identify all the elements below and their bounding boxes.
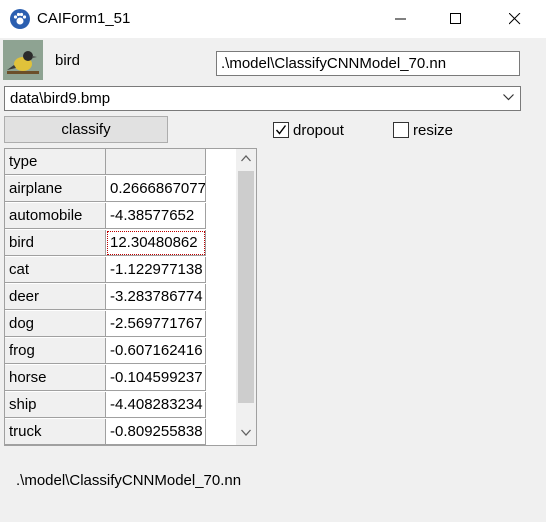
row-score-cell[interactable]: -0.104599237: [106, 365, 206, 391]
predicted-class-label: bird: [55, 52, 81, 69]
status-model-path: .\model\ClassifyCNNModel_70.nn: [16, 472, 242, 489]
close-icon: [509, 13, 521, 25]
scrollbar-thumb[interactable]: [238, 171, 254, 403]
row-type-cell: airplane: [5, 176, 106, 202]
row-score-cell[interactable]: -0.809255838: [106, 419, 206, 445]
row-type-cell: truck: [5, 419, 106, 445]
maximize-icon: [450, 13, 461, 24]
chevron-down-icon: [503, 94, 514, 101]
dropout-label[interactable]: dropout: [293, 122, 344, 139]
row-score-cell[interactable]: -4.38577652: [106, 203, 206, 229]
row-type-cell: ship: [5, 392, 106, 418]
minimize-icon: [395, 18, 406, 20]
title-bar: CAIForm1_51: [0, 0, 546, 38]
resize-label[interactable]: resize: [413, 122, 453, 139]
row-score-cell[interactable]: -1.122977138: [106, 257, 206, 283]
column-header-score: [106, 149, 206, 175]
classify-button[interactable]: classify: [4, 116, 168, 143]
row-type-cell: horse: [5, 365, 106, 391]
column-header-type: type: [5, 149, 106, 175]
row-type-cell: deer: [5, 284, 106, 310]
resize-checkbox[interactable]: [393, 122, 409, 138]
row-type-cell: dog: [5, 311, 106, 337]
image-file-value: data\bird9.bmp: [10, 90, 111, 107]
row-score-cell-selected[interactable]: 12.30480862: [106, 230, 206, 256]
dropout-checkbox[interactable]: [273, 122, 289, 138]
scroll-down-arrow-icon[interactable]: [241, 429, 251, 436]
row-type-cell: cat: [5, 257, 106, 283]
row-score-cell[interactable]: -2.569771767: [106, 311, 206, 337]
results-grid[interactable]: type airplane 0.2666867077 automobile -4…: [4, 148, 257, 446]
grid-vertical-scrollbar[interactable]: [236, 149, 256, 445]
maximize-button[interactable]: [433, 0, 479, 38]
minimize-button[interactable]: [378, 0, 424, 38]
row-score-cell[interactable]: -3.283786774: [106, 284, 206, 310]
row-type-cell: bird: [5, 230, 106, 256]
image-file-select[interactable]: data\bird9.bmp: [4, 86, 521, 111]
row-score-cell[interactable]: -4.408283234: [106, 392, 206, 418]
close-button[interactable]: [492, 0, 538, 38]
input-image-thumbnail: [3, 40, 43, 80]
scroll-up-arrow-icon[interactable]: [241, 155, 251, 162]
checkmark-icon: [275, 125, 287, 135]
model-path-input[interactable]: .\model\ClassifyCNNModel_70.nn: [216, 51, 520, 76]
row-type-cell: frog: [5, 338, 106, 364]
row-type-cell: automobile: [5, 203, 106, 229]
window-title: CAIForm1_51: [37, 10, 131, 27]
paw-icon[interactable]: [10, 9, 30, 29]
row-score-cell[interactable]: 0.2666867077: [106, 176, 206, 202]
row-score-cell[interactable]: -0.607162416: [106, 338, 206, 364]
